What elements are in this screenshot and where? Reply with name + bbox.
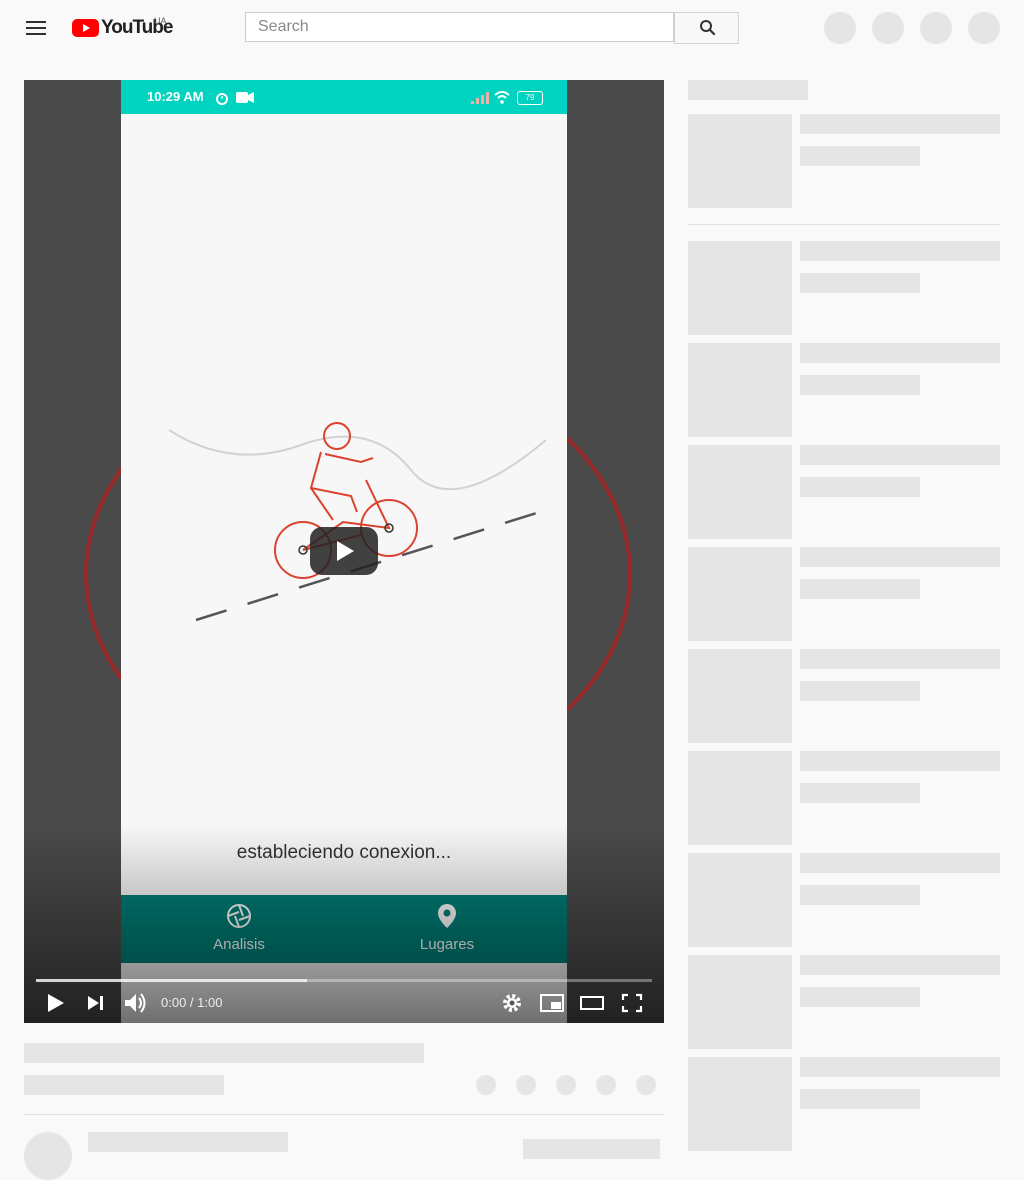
sidebar-title-placeholder [800, 853, 1000, 873]
status-time: 10:29 AM [147, 89, 204, 104]
video-meta-placeholder [24, 1075, 224, 1095]
avatar-placeholder [968, 12, 1000, 44]
sidebar-thumbnail-placeholder [688, 445, 792, 539]
sidebar-title-placeholder [800, 649, 1000, 669]
sidebar-header-placeholder [688, 80, 808, 100]
theater-mode-icon[interactable] [578, 989, 606, 1017]
video-title-placeholder [24, 1043, 424, 1063]
nav-item-label: Lugares [419, 936, 475, 953]
sidebar-title-placeholder [800, 1057, 1000, 1077]
sidebar-meta-placeholder [800, 885, 920, 905]
search-input[interactable] [246, 13, 670, 41]
subscribe-placeholder [523, 1139, 660, 1159]
sidebar-title-placeholder [800, 547, 1000, 567]
nav-item-label: Analisis [213, 936, 265, 953]
sidebar-thumbnail-placeholder [688, 114, 792, 208]
play-icon[interactable] [44, 989, 68, 1017]
video-record-icon [236, 92, 254, 103]
sidebar-thumbnail-placeholder [688, 241, 792, 335]
video-player[interactable]: 10:29 AM 79 estableciendo conexion... An… [24, 80, 664, 1023]
youtube-play-icon [72, 19, 99, 37]
sidebar-meta-placeholder [800, 477, 920, 497]
action-placeholder [636, 1075, 656, 1095]
sidebar-meta-placeholder [800, 987, 920, 1007]
miniplayer-icon[interactable] [538, 989, 566, 1017]
sidebar-meta-placeholder [800, 146, 920, 166]
sidebar-title-placeholder [800, 114, 1000, 134]
camera-shutter-icon [227, 904, 251, 928]
sidebar-thumbnail-placeholder [688, 1057, 792, 1151]
sidebar-title-placeholder [800, 241, 1000, 261]
app-bottom-nav: Analisis Lugares [121, 895, 567, 963]
avatar-placeholder [872, 12, 904, 44]
magnifier-icon [700, 20, 716, 36]
divider [24, 1114, 664, 1115]
sidebar-title-placeholder [800, 955, 1000, 975]
map-pin-icon [438, 904, 456, 928]
sidebar-meta-placeholder [800, 783, 920, 803]
alarm-icon [216, 93, 228, 105]
sidebar-meta-placeholder [800, 273, 920, 293]
sidebar-title-placeholder [800, 343, 1000, 363]
volume-icon[interactable] [122, 989, 148, 1017]
sidebar-thumbnail-placeholder [688, 649, 792, 743]
sidebar-thumbnail-placeholder [688, 853, 792, 947]
sidebar-thumbnail-placeholder [688, 343, 792, 437]
avatar-placeholder [920, 12, 952, 44]
action-placeholder [556, 1075, 576, 1095]
progress-buffered [36, 979, 308, 982]
search-button[interactable] [674, 12, 739, 44]
settings-icon[interactable] [500, 989, 524, 1017]
search-box [245, 12, 674, 42]
time-display: 0:00 / 1:00 [161, 995, 223, 1010]
action-placeholder [596, 1075, 616, 1095]
phone-status-bar: 10:29 AM 79 [121, 80, 567, 114]
large-play-button[interactable] [310, 527, 378, 575]
country-code: UA [154, 16, 167, 26]
sidebar-meta-placeholder [800, 1089, 920, 1109]
masthead: YouTube UA [0, 0, 1024, 56]
cyclist-illustration [168, 422, 547, 622]
wifi-icon [494, 91, 510, 104]
loading-text: estableciendo conexion... [236, 842, 452, 863]
progress-bar[interactable] [36, 979, 652, 982]
battery-level: 79 [525, 93, 535, 102]
fullscreen-icon[interactable] [618, 989, 646, 1017]
sidebar-meta-placeholder [800, 681, 920, 701]
sidebar-title-placeholder [800, 445, 1000, 465]
divider [688, 224, 1000, 225]
sidebar-meta-placeholder [800, 579, 920, 599]
next-icon[interactable] [84, 989, 108, 1017]
sidebar-thumbnail-placeholder [688, 955, 792, 1049]
battery-icon: 79 [517, 91, 543, 105]
channel-avatar-placeholder [24, 1132, 72, 1180]
action-placeholder [476, 1075, 496, 1095]
sidebar-thumbnail-placeholder [688, 547, 792, 641]
channel-name-placeholder [88, 1132, 288, 1152]
hamburger-menu-icon[interactable] [26, 20, 46, 36]
sidebar-thumbnail-placeholder [688, 751, 792, 845]
sidebar-title-placeholder [800, 751, 1000, 771]
nav-item-lugares[interactable]: Lugares [387, 903, 507, 953]
avatar-placeholder [824, 12, 856, 44]
action-placeholder [516, 1075, 536, 1095]
sidebar-meta-placeholder [800, 375, 920, 395]
nav-item-analisis[interactable]: Analisis [179, 903, 299, 953]
signal-icon [471, 92, 489, 104]
